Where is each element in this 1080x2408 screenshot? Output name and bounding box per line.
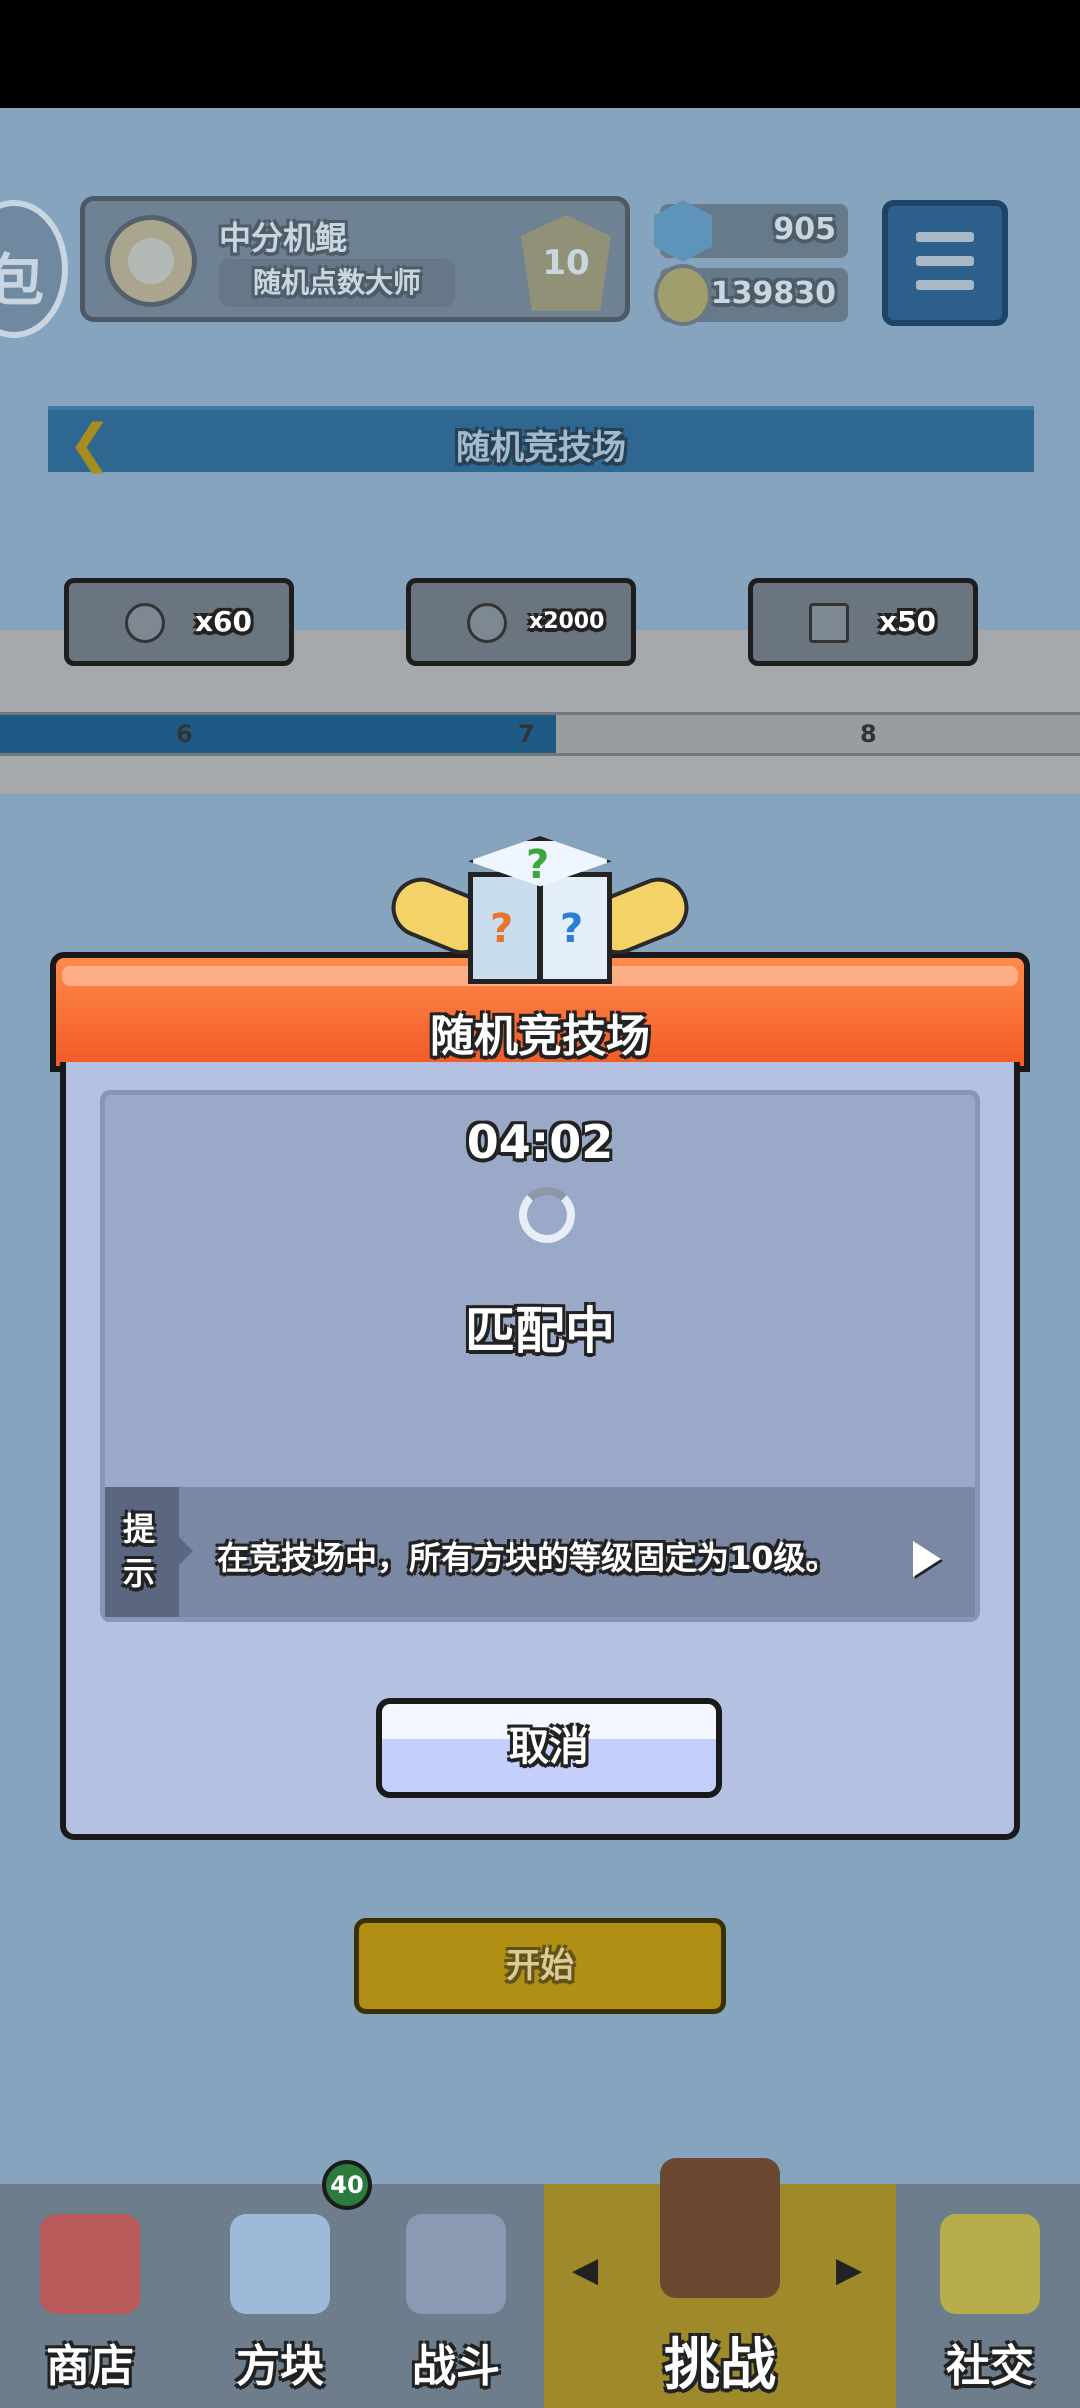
tier-progress-fill — [0, 715, 557, 753]
player-title: 随机点数大师 — [252, 266, 421, 299]
player-avatar — [105, 215, 197, 307]
tip-caret-icon — [179, 1537, 193, 1565]
reward-amount: x2000 — [529, 609, 605, 634]
tier-tick: 6 — [176, 720, 193, 748]
dialog-title: 随机竞技场 — [430, 1011, 650, 1062]
gem-icon — [654, 200, 712, 262]
tip-text: 在竞技场中，所有方块的等级固定为10级。 — [217, 1539, 838, 1577]
winged-cube-icon: ? ? ? — [382, 836, 698, 994]
next-tip-icon[interactable] — [913, 1541, 941, 1577]
game-screen: 包 中分机鲲 随机点数大师 10 905 139830 ❮ 随机竞技场 x60 … — [0, 108, 1080, 2408]
reward-box[interactable]: x60 — [64, 578, 294, 666]
dialog-body: 04:02 匹配中 提示 在竞技场中，所有方块的等级固定为10级。 取消 — [60, 1062, 1020, 1840]
challenge-icon — [660, 2158, 780, 2298]
mode-header: ❮ 随机竞技场 — [48, 406, 1034, 474]
question-mark: ? — [526, 842, 550, 888]
nav-next-arrow-icon[interactable]: ▶ — [836, 2250, 862, 2290]
reward-amount: x50 — [879, 605, 937, 638]
nav-item-label: 挑战 — [664, 2333, 776, 2398]
menu-button[interactable] — [882, 200, 1008, 326]
side-glyph: 包 — [0, 249, 44, 314]
match-timer: 04:02 — [466, 1115, 614, 1169]
nav-prev-arrow-icon[interactable]: ◀ — [572, 2250, 598, 2290]
tip-label: 提示 — [123, 1510, 156, 1592]
cancel-button[interactable]: 取消 — [376, 1698, 722, 1798]
nav-item-label: 社交 — [946, 2341, 1034, 2392]
battle-icon — [406, 2214, 506, 2314]
tip-bar: 提示 在竞技场中，所有方块的等级固定为10级。 — [105, 1487, 975, 1617]
coin-counter: 139830 — [654, 264, 848, 326]
nav-item-label: 战斗 — [412, 2341, 500, 2392]
menu-line — [916, 280, 974, 290]
gem-count: 905 — [773, 212, 836, 247]
question-mark: ? — [560, 906, 584, 952]
menu-line — [916, 232, 974, 242]
matchmaking-dialog: 04:02 匹配中 提示 在竞技场中，所有方块的等级固定为10级。 取消 随机竞… — [50, 836, 1030, 1840]
profile-card[interactable]: 中分机鲲 随机点数大师 10 — [80, 196, 630, 322]
match-status-text: 匹配中 — [465, 1302, 615, 1360]
cancel-button-label: 取消 — [509, 1724, 589, 1770]
mode-title: 随机竞技场 — [456, 428, 626, 468]
rank-badge-icon: 10 — [521, 215, 611, 311]
tier-tick: 8 — [860, 720, 877, 748]
dice-block-icon — [230, 2214, 330, 2314]
rank-level: 10 — [542, 243, 590, 283]
nav-item-blocks[interactable]: 方块 — [190, 2184, 370, 2408]
tier-tick: 7 — [518, 720, 535, 748]
gem-counter: 905 — [654, 200, 848, 262]
player-title-badge: 随机点数大师 — [219, 259, 455, 307]
nav-item-social[interactable]: 社交 — [900, 2184, 1080, 2408]
reward-amount: x60 — [195, 605, 253, 638]
menu-line — [916, 256, 974, 266]
mystery-cube-icon: ? ? ? — [468, 836, 612, 996]
status-bar — [0, 0, 1080, 108]
nav-item-label: 方块 — [236, 2341, 324, 2392]
coin-icon — [467, 603, 507, 643]
nav-item-shop[interactable]: 商店 — [0, 2184, 180, 2408]
side-avatar-button[interactable]: 包 — [0, 200, 68, 338]
tip-label-box: 提示 — [105, 1487, 179, 1617]
player-name: 中分机鲲 — [219, 219, 348, 257]
question-mark: ? — [490, 906, 514, 952]
reward-box[interactable]: x2000 — [406, 578, 636, 666]
shop-icon — [40, 2214, 140, 2314]
nav-item-battle[interactable]: 战斗 — [366, 2184, 546, 2408]
blocks-count-badge: 40 — [322, 2160, 372, 2210]
tier-progress-bar — [0, 712, 1080, 756]
dice-icon — [125, 603, 165, 643]
start-button[interactable]: 开始 — [354, 1918, 726, 2014]
social-icon — [940, 2214, 1040, 2314]
match-status-panel: 04:02 匹配中 提示 在竞技场中，所有方块的等级固定为10级。 — [100, 1090, 980, 1622]
start-button-label: 开始 — [506, 1946, 574, 1986]
nav-item-label: 商店 — [46, 2341, 134, 2392]
nav-item-challenge[interactable]: 挑战 — [630, 2118, 810, 2408]
coin-count: 139830 — [710, 276, 836, 311]
loading-spinner-icon — [519, 1187, 575, 1243]
gem-icon — [809, 603, 849, 643]
reward-box[interactable]: x50 — [748, 578, 978, 666]
coin-icon — [654, 264, 712, 326]
